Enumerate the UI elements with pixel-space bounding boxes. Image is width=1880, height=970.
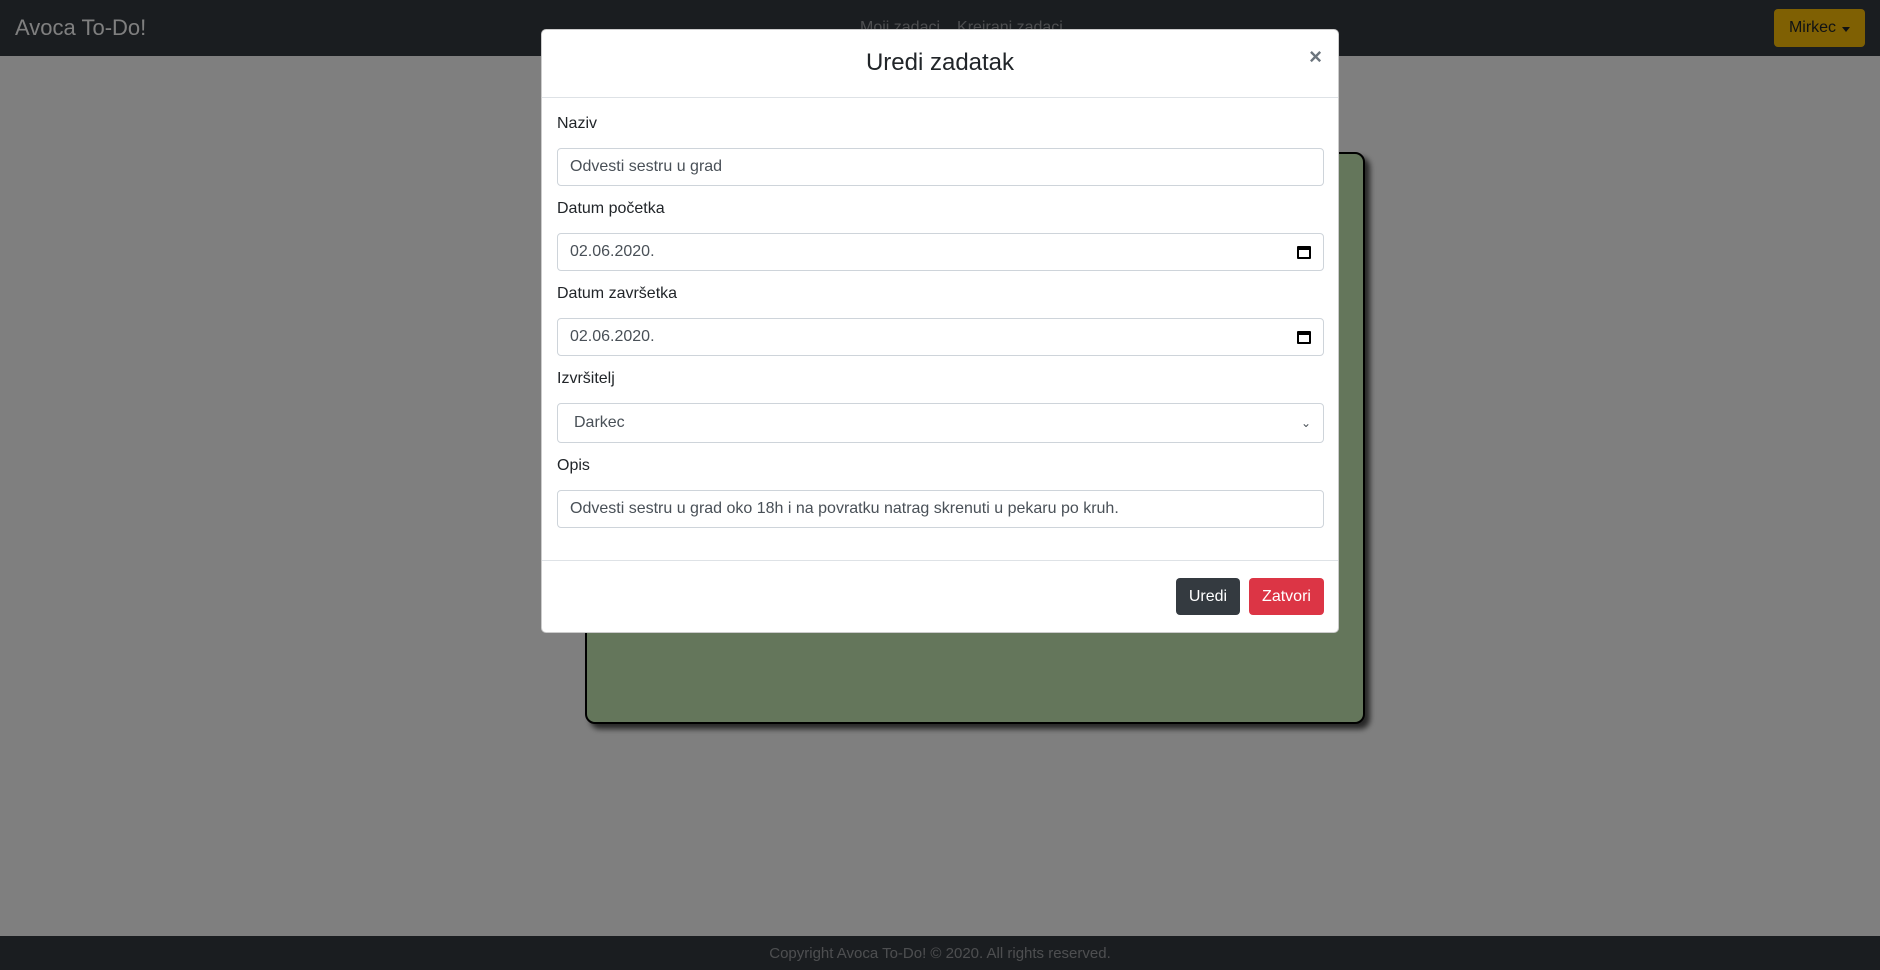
description-input[interactable]: Odvesti sestru u grad oko 18h i na povra… bbox=[557, 490, 1324, 528]
edit-button[interactable]: Uredi bbox=[1176, 578, 1240, 615]
modal-title: Uredi zadatak bbox=[865, 49, 1015, 76]
start-date-label: Datum početka bbox=[557, 200, 665, 217]
name-value: Odvesti sestru u grad bbox=[570, 158, 723, 175]
description-group: Opis Odvesti sestru u grad oko 18h i na … bbox=[557, 456, 1324, 528]
start-date-input[interactable]: 02.06.2020. bbox=[557, 233, 1324, 271]
end-date-value: 02.06.2020. bbox=[570, 328, 655, 345]
chevron-down-icon: ⌄ bbox=[1300, 416, 1311, 430]
modal-body: Naziv Odvesti sestru u grad Datum početk… bbox=[542, 98, 1338, 528]
close-icon[interactable]: × bbox=[1309, 44, 1322, 70]
name-input[interactable]: Odvesti sestru u grad bbox=[557, 148, 1324, 186]
assignee-label: Izvršitelj bbox=[557, 370, 615, 387]
end-date-group: Datum završetka 02.06.2020. bbox=[557, 284, 1324, 356]
name-group: Naziv Odvesti sestru u grad bbox=[557, 114, 1324, 186]
start-date-value: 02.06.2020. bbox=[570, 243, 655, 260]
name-label: Naziv bbox=[557, 115, 598, 132]
calendar-icon[interactable] bbox=[1297, 330, 1311, 344]
end-date-label: Datum završetka bbox=[557, 285, 678, 302]
start-date-group: Datum početka 02.06.2020. bbox=[557, 199, 1324, 271]
modal-footer: Uredi Zatvori bbox=[542, 560, 1338, 632]
end-date-input[interactable]: 02.06.2020. bbox=[557, 318, 1324, 356]
description-value: Odvesti sestru u grad oko 18h i na povra… bbox=[570, 500, 1119, 517]
assignee-group: Izvršitelj Darkec ⌄ bbox=[557, 369, 1324, 443]
close-button[interactable]: Zatvori bbox=[1249, 578, 1324, 615]
assignee-select[interactable]: Darkec ⌄ bbox=[557, 403, 1324, 443]
edit-task-modal: Uredi zadatak × Naziv Odvesti sestru u g… bbox=[541, 29, 1339, 633]
modal-header: Uredi zadatak × bbox=[542, 30, 1338, 98]
assignee-value: Darkec bbox=[574, 414, 625, 431]
description-label: Opis bbox=[557, 457, 590, 474]
calendar-icon[interactable] bbox=[1297, 245, 1311, 259]
